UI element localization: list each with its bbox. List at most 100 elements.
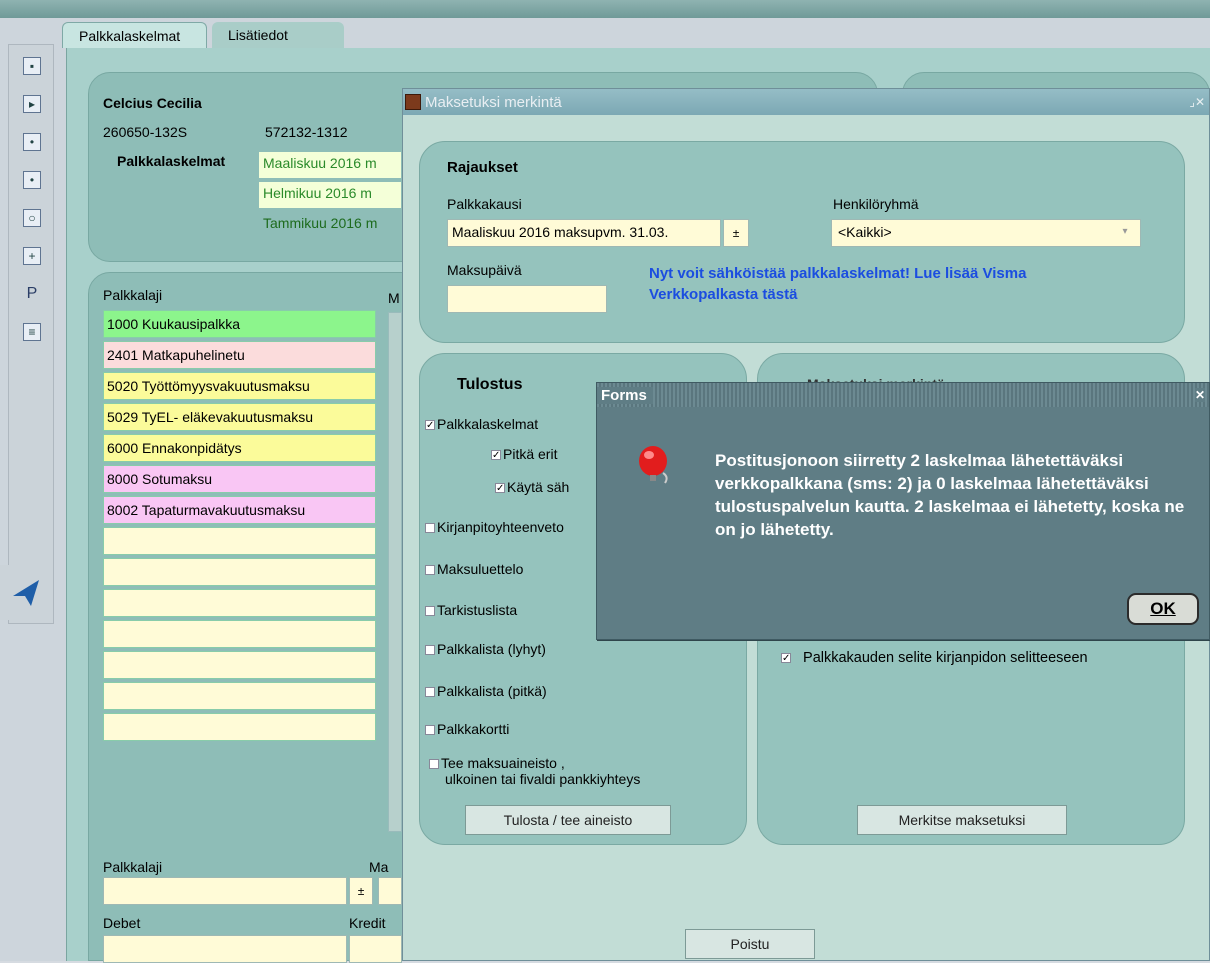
- option-checkbox[interactable]: ✓: [491, 450, 501, 461]
- print-option[interactable]: ✓ Pitkä erit: [491, 446, 557, 462]
- salary-row[interactable]: 5029 TyEL- eläkevakuutusmaksu: [103, 403, 376, 431]
- option-checkbox[interactable]: [425, 687, 435, 698]
- salary-row[interactable]: [103, 527, 376, 555]
- henkiloryhma-select[interactable]: <Kaikki>: [831, 219, 1141, 247]
- employee-id: 260650-132S: [103, 124, 188, 140]
- salary-row[interactable]: 1000 Kuukausipalkka: [103, 310, 376, 338]
- p-icon-label: P: [26, 285, 38, 302]
- palkkalaji-input[interactable]: [103, 877, 347, 905]
- print-option[interactable]: Tarkistuslista: [425, 602, 517, 618]
- print-option[interactable]: Palkkalista (lyhyt): [425, 641, 546, 657]
- salary-row[interactable]: [103, 682, 376, 710]
- ok-button[interactable]: OK: [1127, 593, 1199, 625]
- app-header: [0, 0, 1210, 18]
- p-icon[interactable]: P: [15, 279, 49, 309]
- option-checkbox[interactable]: [429, 759, 439, 770]
- new-record-icon[interactable]: +: [15, 241, 49, 271]
- option-label: Palkkalaskelmat: [437, 416, 539, 432]
- tulosta-button[interactable]: Tulosta / tee aineisto: [465, 805, 671, 835]
- visma-logo-icon[interactable]: [0, 565, 52, 620]
- henkiloryhma-label: Henkilöryhmä: [833, 196, 919, 212]
- print-option[interactable]: ✓ Käytä säh: [495, 479, 569, 495]
- salary-list-label: Palkkalaji: [103, 287, 163, 303]
- option-checkbox[interactable]: ✓: [495, 483, 505, 494]
- option-label: Tarkistuslista: [437, 602, 518, 618]
- option-label: Palkkalista (pitkä): [437, 683, 547, 699]
- salary-row[interactable]: [103, 558, 376, 586]
- print-option[interactable]: Kirjanpitoyhteenveto: [425, 519, 564, 535]
- next-icon[interactable]: •: [15, 127, 49, 157]
- employee-name: Celcius Cecilia: [103, 95, 202, 111]
- option-checkbox[interactable]: ✓: [425, 420, 435, 431]
- payslip-item[interactable]: Helmikuu 2016 m: [259, 182, 401, 208]
- m-label: Ma: [369, 859, 389, 875]
- maksupaiva-input[interactable]: [447, 285, 607, 313]
- option-checkbox[interactable]: [425, 565, 435, 576]
- print-option[interactable]: ✓ Palkkalaskelmat: [425, 416, 538, 432]
- alert-bell-icon: [635, 443, 675, 489]
- salary-row[interactable]: [103, 589, 376, 617]
- salary-row[interactable]: 2401 Matkapuhelinetu: [103, 341, 376, 369]
- salary-row[interactable]: 6000 Ennakonpidätys: [103, 434, 376, 462]
- forms-close-icon[interactable]: ✕: [1194, 388, 1205, 402]
- window-app-icon: [405, 94, 421, 110]
- tab-palkkalaskelmat[interactable]: Palkkalaskelmat: [62, 22, 207, 48]
- option-checkbox[interactable]: [425, 645, 435, 656]
- chevron-down-icon[interactable]: ▾: [1117, 226, 1133, 242]
- forms-dialog: Forms ✕ Postitusjonoon siirretty 2 laske…: [596, 382, 1210, 640]
- salary-row[interactable]: [103, 713, 376, 741]
- salary-col2-label: M: [388, 290, 400, 306]
- palkkakausi-lov-button[interactable]: ±: [723, 219, 749, 247]
- forms-title: Forms: [597, 386, 653, 404]
- selite-checkbox[interactable]: ✓: [781, 653, 791, 664]
- palkkakausi-label: Palkkakausi: [447, 196, 522, 212]
- rajaukset-title: Rajaukset: [447, 159, 518, 176]
- option-label: Kirjanpitoyhteenveto: [437, 519, 564, 535]
- save-icon[interactable]: ▪: [15, 51, 49, 81]
- option-checkbox[interactable]: [425, 606, 435, 617]
- selite-label: Palkkakauden selite kirjanpidon selittee…: [803, 650, 1088, 666]
- salary-row[interactable]: 8002 Tapaturmavakuutusmaksu: [103, 496, 376, 524]
- maksupaiva-label: Maksupäivä: [447, 262, 522, 278]
- salary-scrollbar[interactable]: [388, 312, 402, 832]
- payslips-label: Palkkalaskelmat: [117, 153, 226, 169]
- option-label: Pitkä erit: [503, 446, 558, 462]
- option-checkbox[interactable]: [425, 523, 435, 534]
- exit-icon[interactable]: ▸: [15, 89, 49, 119]
- option-extra-line: ulkoinen tai fivaldi pankkiyhteys: [445, 771, 641, 787]
- print-option[interactable]: Palkkalista (pitkä): [425, 683, 547, 699]
- forms-message: Postitusjonoon siirretty 2 laskelmaa läh…: [715, 451, 1185, 539]
- maksetuksi-titlebar: Maksetuksi merkintä ⌟✕: [403, 89, 1209, 115]
- debet-input[interactable]: [103, 935, 347, 963]
- kredit-label: Kredit: [349, 915, 386, 931]
- salary-row[interactable]: 8000 Sotumaksu: [103, 465, 376, 493]
- m-input[interactable]: [378, 877, 402, 905]
- option-label: Maksuluettelo: [437, 561, 524, 577]
- window-close-icon[interactable]: ⌟✕: [1189, 95, 1205, 109]
- salary-row[interactable]: [103, 620, 376, 648]
- payslip-item[interactable]: Maaliskuu 2016 m: [259, 152, 401, 178]
- visma-link[interactable]: Nyt voit sähköistää palkkalaskelmat! Lue…: [649, 263, 1119, 305]
- tab-lisatiedot[interactable]: Lisätiedot: [212, 22, 344, 48]
- merkitse-button[interactable]: Merkitse maksetuksi: [857, 805, 1067, 835]
- salary-row[interactable]: [103, 651, 376, 679]
- debet-label: Debet: [103, 915, 141, 931]
- tulostus-title: Tulostus: [457, 376, 523, 393]
- print-icon[interactable]: ≡: [15, 317, 49, 347]
- prev-icon[interactable]: •: [15, 165, 49, 195]
- poistu-button[interactable]: Poistu: [685, 929, 815, 959]
- option-checkbox[interactable]: [425, 725, 435, 736]
- print-option[interactable]: Palkkakortti: [425, 721, 509, 737]
- salary-row[interactable]: 5020 Työttömyysvakuutusmaksu: [103, 372, 376, 400]
- option-label: Tee maksuaineisto ,: [441, 755, 565, 771]
- palkkalaji-lov-button[interactable]: ±: [349, 877, 373, 905]
- selite-option[interactable]: ✓ Palkkakauden selite kirjanpidon selitt…: [781, 650, 1088, 666]
- kredit-input[interactable]: [349, 935, 402, 963]
- search-icon[interactable]: ○: [15, 203, 49, 233]
- left-toolbar: ▪ ▸ • • ○ + P ≡: [8, 44, 54, 624]
- print-option[interactable]: Maksuluettelo: [425, 561, 523, 577]
- forms-titlebar: Forms ✕: [597, 383, 1209, 407]
- print-option[interactable]: Tee maksuaineisto ,: [429, 755, 565, 771]
- payslip-item[interactable]: Tammikuu 2016 m: [259, 212, 401, 238]
- palkkakausi-field[interactable]: Maaliskuu 2016 maksupvm. 31.03.: [447, 219, 721, 247]
